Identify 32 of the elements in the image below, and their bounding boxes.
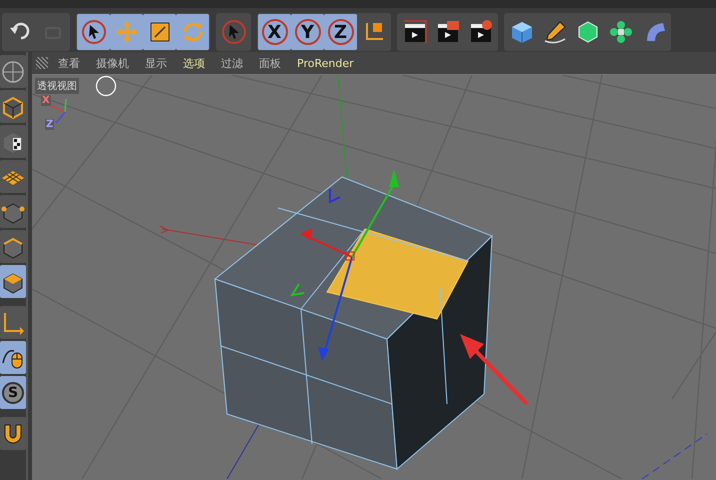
mode-button[interactable] bbox=[0, 195, 26, 228]
axis-label: Z bbox=[45, 119, 54, 130]
cursor-icon bbox=[220, 19, 246, 45]
clapperboard-icon bbox=[402, 19, 428, 45]
viewport-menu-item[interactable]: 面板 bbox=[253, 54, 287, 72]
view-name-label: 透视视图 bbox=[35, 78, 79, 94]
axis-lock-button[interactable]: Z bbox=[324, 14, 357, 50]
viewport-menu-item[interactable]: 过滤 bbox=[215, 54, 249, 72]
cursor-icon bbox=[80, 19, 106, 45]
mode-button[interactable] bbox=[0, 341, 26, 374]
pointer-arrow bbox=[460, 334, 528, 406]
viewport-menu-item[interactable]: 查看 bbox=[52, 54, 86, 72]
mode-button[interactable] bbox=[0, 265, 26, 298]
cloner-icon bbox=[608, 19, 634, 45]
viewport-menu-item[interactable]: 显示 bbox=[139, 54, 173, 72]
mode-button[interactable] bbox=[0, 417, 26, 450]
viewport-menu-item[interactable]: ProRender bbox=[291, 54, 360, 72]
grip-icon bbox=[36, 57, 48, 69]
mode-button[interactable] bbox=[0, 90, 26, 123]
cursor-circle-icon bbox=[96, 76, 116, 96]
viewport-menu-item[interactable]: 选项 bbox=[177, 54, 211, 72]
axis-lock-button[interactable]: Y bbox=[291, 14, 324, 50]
move-icon bbox=[114, 19, 140, 45]
mode-button[interactable] bbox=[0, 160, 26, 193]
axis-lock-button[interactable]: X bbox=[258, 14, 291, 50]
tool-button[interactable] bbox=[77, 14, 110, 50]
mode-button[interactable]: S bbox=[0, 376, 26, 409]
mode-button[interactable] bbox=[0, 230, 26, 263]
viewport-menu-item[interactable]: 摄像机 bbox=[90, 54, 135, 72]
axis-label: X bbox=[41, 95, 51, 106]
mode-button[interactable] bbox=[0, 125, 26, 158]
sphere-icon bbox=[0, 58, 26, 84]
